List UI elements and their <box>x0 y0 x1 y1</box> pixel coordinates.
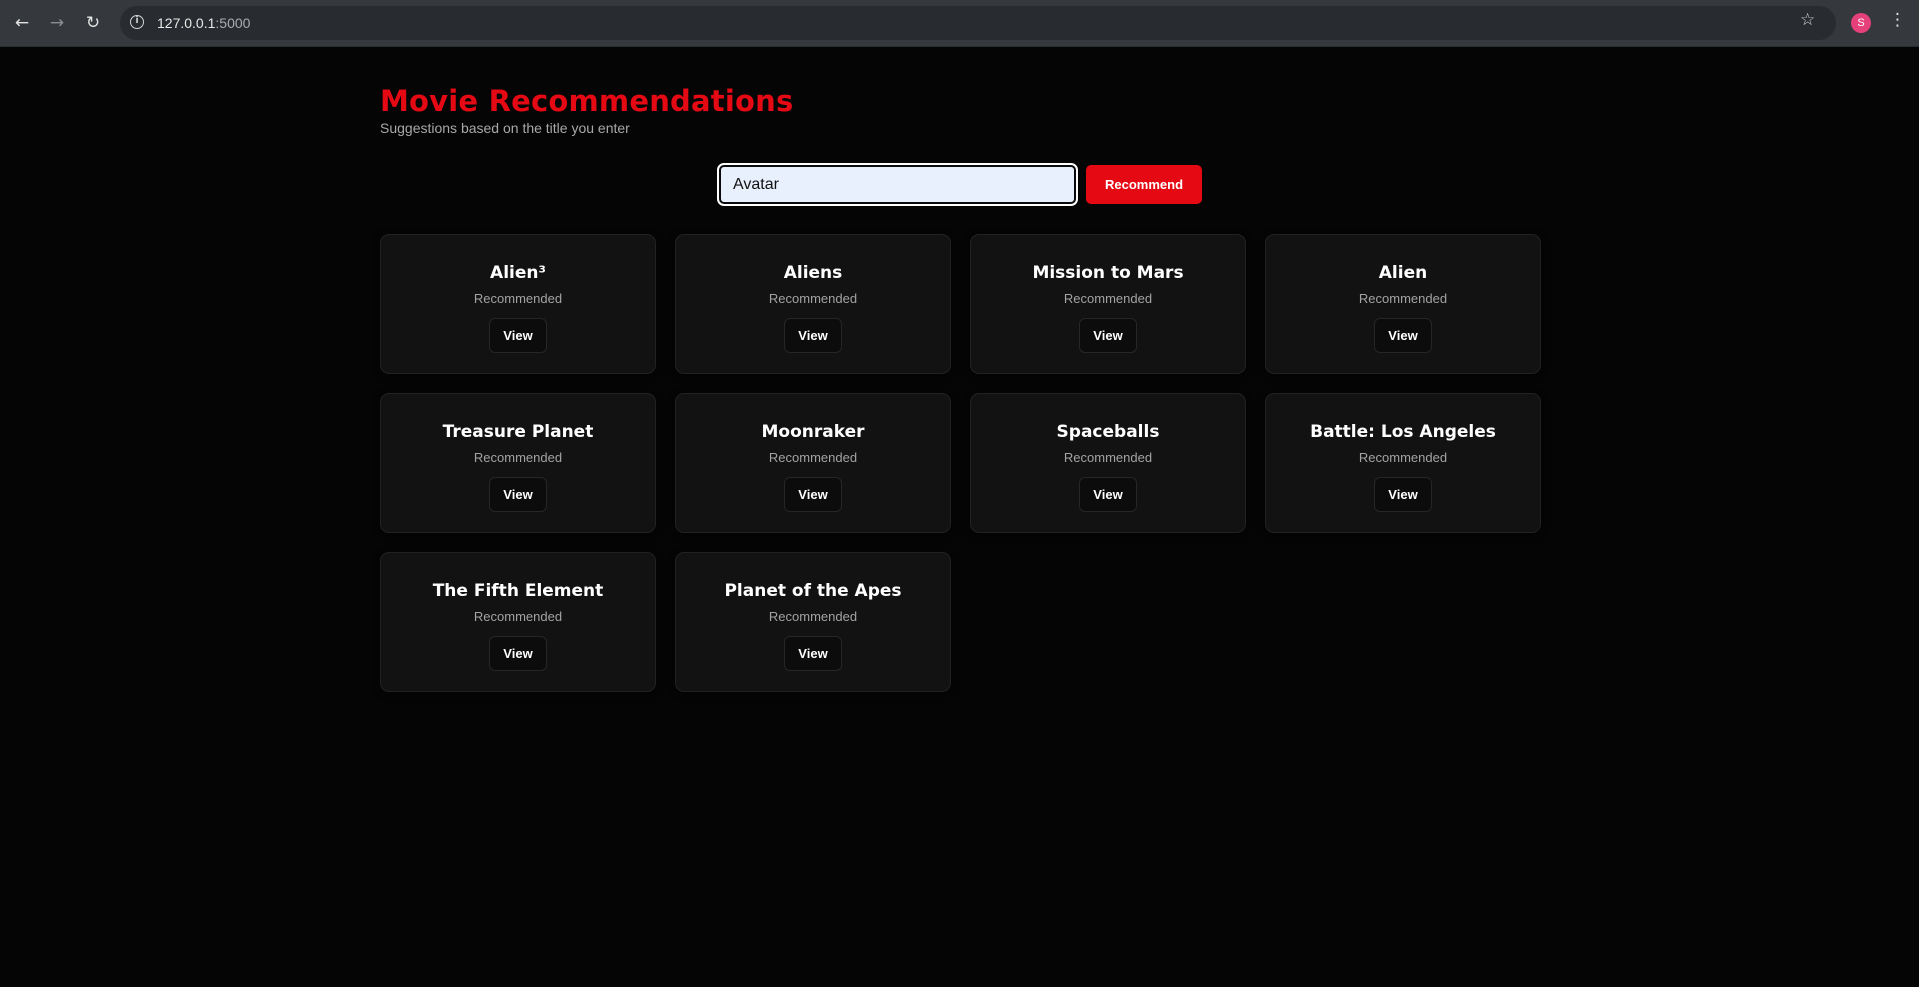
url-text[interactable]: 127.0.0.1:5000 <box>157 15 250 31</box>
movie-card: Treasure Planet Recommended View <box>380 393 656 533</box>
movie-label: Recommended <box>768 450 858 465</box>
movie-title: Treasure Planet <box>442 422 594 442</box>
address-bar[interactable]: i 127.0.0.1:5000 <box>120 6 1836 40</box>
movie-label: Recommended <box>768 291 858 306</box>
reload-icon[interactable]: ↻ <box>81 11 105 35</box>
view-button[interactable]: View <box>784 636 842 671</box>
movie-card: The Fifth Element Recommended View <box>380 552 656 692</box>
url-host: 127.0.0.1 <box>157 15 216 31</box>
view-button[interactable]: View <box>489 318 547 353</box>
movie-card: Alien Recommended View <box>1265 234 1541 374</box>
view-button[interactable]: View <box>489 477 547 512</box>
movie-card: Spaceballs Recommended View <box>970 393 1246 533</box>
movie-label: Recommended <box>1063 291 1153 306</box>
movie-title: Moonraker <box>761 422 865 442</box>
browser-toolbar: ← → ↻ i 127.0.0.1:5000 ☆ S ⋮ <box>0 0 1919 47</box>
back-arrow-icon[interactable]: ← <box>10 11 34 35</box>
view-button[interactable]: View <box>1374 318 1432 353</box>
movie-card: Planet of the Apes Recommended View <box>675 552 951 692</box>
page-title: Movie Recommendations <box>380 84 794 118</box>
profile-avatar[interactable]: S <box>1851 13 1871 33</box>
bookmark-star-icon[interactable]: ☆ <box>1800 10 1815 30</box>
movie-label: Recommended <box>473 291 563 306</box>
movie-title: Aliens <box>783 263 843 283</box>
movie-title: The Fifth Element <box>432 581 604 601</box>
movie-title: Alien³ <box>490 263 546 283</box>
view-button[interactable]: View <box>1079 477 1137 512</box>
view-button[interactable]: View <box>489 636 547 671</box>
more-menu-icon[interactable]: ⋮ <box>1889 10 1906 30</box>
movie-label: Recommended <box>768 609 858 624</box>
view-button[interactable]: View <box>1374 477 1432 512</box>
movie-label: Recommended <box>1358 291 1448 306</box>
movie-label: Recommended <box>1358 450 1448 465</box>
movie-card: Alien³ Recommended View <box>380 234 656 374</box>
movie-label: Recommended <box>473 450 563 465</box>
page-subtitle: Suggestions based on the title you enter <box>380 120 630 136</box>
movie-title: Battle: Los Angeles <box>1310 422 1496 442</box>
movie-title-input[interactable] <box>717 163 1078 206</box>
movie-card: Battle: Los Angeles Recommended View <box>1265 393 1541 533</box>
movie-title: Spaceballs <box>1056 422 1160 442</box>
site-info-icon[interactable]: i <box>130 15 144 29</box>
recommend-button[interactable]: Recommend <box>1086 165 1202 204</box>
movie-card: Aliens Recommended View <box>675 234 951 374</box>
recommendation-grid: Alien³ Recommended View Aliens Recommend… <box>380 234 1541 692</box>
movie-label: Recommended <box>473 609 563 624</box>
movie-card: Mission to Mars Recommended View <box>970 234 1246 374</box>
view-button[interactable]: View <box>1079 318 1137 353</box>
view-button[interactable]: View <box>784 318 842 353</box>
forward-arrow-icon[interactable]: → <box>45 11 69 35</box>
movie-title: Mission to Mars <box>1032 263 1184 283</box>
movie-card: Moonraker Recommended View <box>675 393 951 533</box>
movie-title: Planet of the Apes <box>724 581 902 601</box>
movie-label: Recommended <box>1063 450 1153 465</box>
view-button[interactable]: View <box>784 477 842 512</box>
movie-title: Alien <box>1378 263 1428 283</box>
url-port: :5000 <box>215 15 251 31</box>
